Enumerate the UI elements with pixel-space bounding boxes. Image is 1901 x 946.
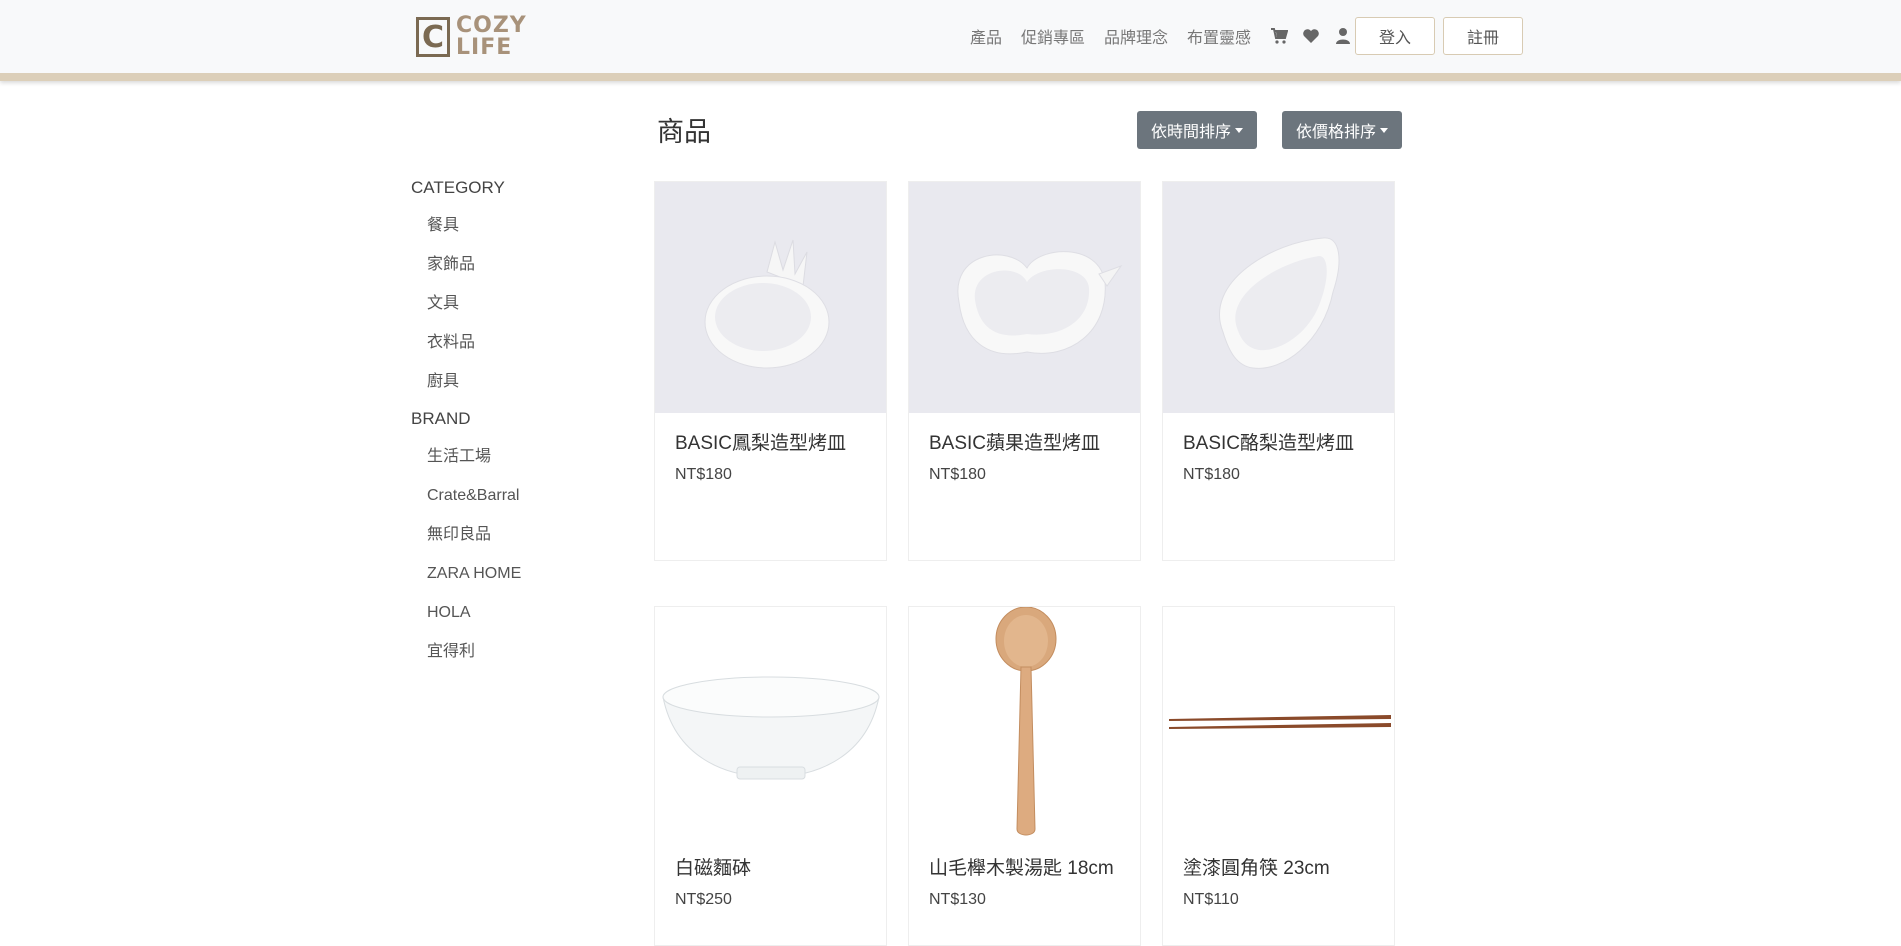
user-icon[interactable] xyxy=(1334,27,1352,45)
brand-item-2[interactable]: Crate&Barral xyxy=(411,476,611,515)
product-price: NT$130 xyxy=(929,891,986,908)
product-image-wooden-spoon[interactable] xyxy=(909,607,1140,838)
product-image-apple-dish[interactable] xyxy=(909,182,1140,413)
category-heading: CATEGORY xyxy=(411,178,505,197)
nav-link-promotions[interactable]: 促銷專區 xyxy=(1021,24,1085,48)
sort-by-price-label: 依價格排序 xyxy=(1295,124,1376,141)
product-card[interactable]: BASIC酪梨造型烤皿 NT$180 xyxy=(1162,181,1395,561)
brand-item-4[interactable]: ZARA HOME xyxy=(411,554,611,593)
page-title: 商品 xyxy=(657,117,711,147)
brand-heading: BRAND xyxy=(411,409,471,428)
nav-link-brand-story[interactable]: 品牌理念 xyxy=(1104,24,1168,48)
nav-link-inspiration[interactable]: 布置靈感 xyxy=(1187,24,1251,48)
product-price: NT$180 xyxy=(1183,466,1240,483)
sort-by-price-button[interactable]: 依價格排序 xyxy=(1282,111,1402,149)
product-price: NT$180 xyxy=(929,466,986,483)
sort-by-time-label: 依時間排序 xyxy=(1150,124,1231,141)
product-image-chopsticks[interactable] xyxy=(1163,607,1394,838)
product-name[interactable]: BASIC蘋果造型烤皿 xyxy=(929,431,1120,456)
brand-item-5[interactable]: HOLA xyxy=(411,593,611,632)
product-image-avocado-dish[interactable] xyxy=(1163,182,1394,413)
category-item-home-decor[interactable]: 家飾品 xyxy=(411,245,611,284)
category-item-clothing[interactable]: 衣料品 xyxy=(411,323,611,362)
product-card[interactable]: 山毛櫸木製湯匙 18cm NT$130 xyxy=(908,606,1141,946)
brand-item-1[interactable]: 生活工場 xyxy=(411,437,611,476)
heart-icon[interactable] xyxy=(1302,27,1320,45)
brand-logo[interactable]: C COZY LIFE xyxy=(416,14,527,60)
product-card[interactable]: BASIC鳳梨造型烤皿 NT$180 xyxy=(654,181,887,561)
product-card[interactable]: BASIC蘋果造型烤皿 NT$180 xyxy=(908,181,1141,561)
product-name[interactable]: 白磁麵砵 xyxy=(675,856,866,881)
product-card[interactable]: 白磁麵砵 NT$250 xyxy=(654,606,887,946)
nav-links: 產品 促銷專區 品牌理念 布置靈感 xyxy=(970,24,1366,48)
category-item-stationery[interactable]: 文具 xyxy=(411,284,611,323)
nav-link-products[interactable]: 產品 xyxy=(970,24,1002,48)
product-price: NT$180 xyxy=(675,466,732,483)
logo-mark: C xyxy=(416,17,450,57)
caret-down-icon xyxy=(1235,127,1243,133)
product-image-pineapple-dish[interactable] xyxy=(655,182,886,413)
product-price: NT$250 xyxy=(675,891,732,908)
category-item-kitchenware[interactable]: 廚具 xyxy=(411,362,611,401)
product-image-white-bowl[interactable] xyxy=(655,607,886,838)
logo-wordmark: COZY LIFE xyxy=(456,15,527,59)
caret-down-icon xyxy=(1380,127,1388,133)
login-button[interactable]: 登入 xyxy=(1355,17,1435,55)
product-name[interactable]: 山毛櫸木製湯匙 18cm xyxy=(929,856,1120,881)
product-name[interactable]: 塗漆圓角筷 23cm xyxy=(1183,856,1374,881)
product-name[interactable]: BASIC鳳梨造型烤皿 xyxy=(675,431,866,456)
product-card[interactable]: 塗漆圓角筷 23cm NT$110 xyxy=(1162,606,1395,946)
sidebar: CATEGORY 餐具 家飾品 文具 衣料品 廚具 BRAND 生活工場 Cra… xyxy=(411,170,611,671)
brand-item-6[interactable]: 宜得利 xyxy=(411,632,611,671)
product-name[interactable]: BASIC酪梨造型烤皿 xyxy=(1183,431,1374,456)
brand-item-3[interactable]: 無印良品 xyxy=(411,515,611,554)
cart-icon[interactable] xyxy=(1270,27,1289,45)
sort-by-time-button[interactable]: 依時間排序 xyxy=(1137,111,1257,149)
navbar: C COZY LIFE 產品 促銷專區 品牌理念 布置靈感 登入 註冊 xyxy=(0,0,1901,81)
register-button[interactable]: 註冊 xyxy=(1443,17,1523,55)
product-price: NT$110 xyxy=(1183,891,1239,908)
logo-line-2: LIFE xyxy=(456,35,513,60)
logo-line-1: COZY xyxy=(456,13,527,38)
category-item-tableware[interactable]: 餐具 xyxy=(411,206,611,245)
